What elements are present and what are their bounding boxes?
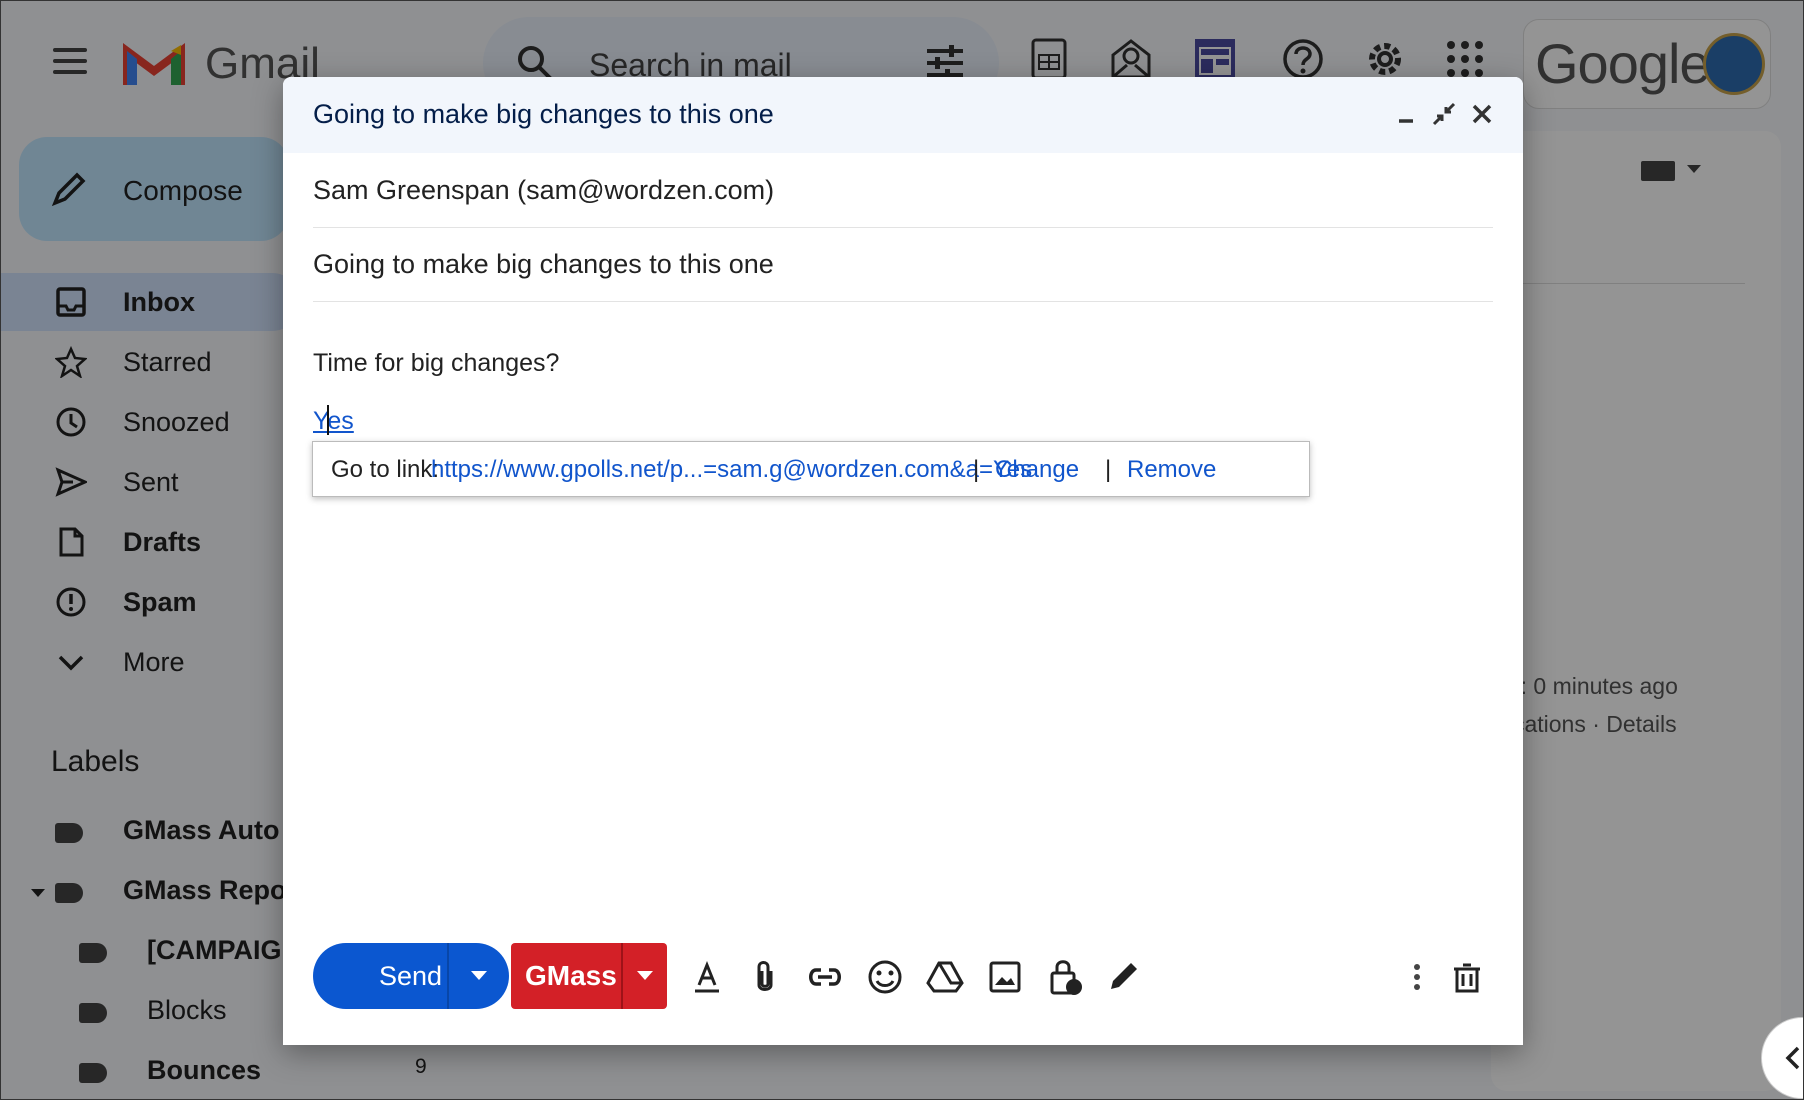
minimize-icon[interactable] — [1391, 99, 1421, 129]
more-options-icon[interactable] — [1397, 957, 1437, 997]
exit-fullscreen-icon[interactable] — [1429, 99, 1459, 129]
text-cursor — [327, 405, 329, 435]
subject-input[interactable]: Going to make big changes to this one — [313, 249, 774, 280]
send-label: Send — [379, 961, 443, 991]
link-popup: Go to link: https://www.gpolls.net/p...=… — [312, 441, 1310, 497]
recipients-field[interactable]: Sam Greenspan (sam@wordzen.com) — [313, 153, 1493, 228]
insert-link-icon[interactable] — [805, 957, 845, 997]
send-button[interactable]: Send — [313, 943, 509, 1009]
send-divider — [447, 943, 449, 1009]
schedule-send-dropdown-icon[interactable] — [471, 971, 487, 980]
link-popup-separator: | — [973, 456, 980, 483]
recipient-chip[interactable]: Sam Greenspan (sam@wordzen.com) — [313, 175, 774, 206]
insert-photo-icon[interactable] — [985, 957, 1025, 997]
remove-link-button[interactable]: Remove — [1127, 456, 1216, 484]
gmass-divider — [621, 943, 623, 1009]
gmass-settings-dropdown-icon[interactable] — [637, 971, 653, 980]
chevron-left-icon — [1778, 1042, 1803, 1074]
message-body-text[interactable]: Time for big changes? — [313, 349, 559, 378]
link-url[interactable]: https://www.gpolls.net/p...=sam.g@wordze… — [431, 456, 1032, 484]
attach-file-icon[interactable] — [745, 957, 785, 997]
link-popup-separator: | — [1105, 456, 1112, 483]
discard-draft-icon[interactable] — [1447, 957, 1487, 997]
google-drive-icon[interactable] — [925, 957, 965, 997]
gmass-label: GMass — [525, 960, 617, 991]
subject-field[interactable]: Going to make big changes to this one — [313, 227, 1493, 302]
gmail-window: Gmail Search in mail Google Compose Inbo… — [0, 0, 1804, 1100]
change-link-button[interactable]: Change — [995, 456, 1079, 484]
compose-title: Going to make big changes to this one — [313, 99, 774, 129]
formatting-icon[interactable] — [687, 957, 727, 997]
gmass-button[interactable]: GMass — [511, 943, 667, 1009]
compose-toolbar: Send GMass — [283, 943, 1523, 1023]
body-link[interactable]: Yes — [313, 407, 354, 436]
signature-pen-icon[interactable] — [1103, 957, 1143, 997]
compose-dialog: Going to make big changes to this one Sa… — [283, 77, 1523, 1045]
confidential-mode-icon[interactable] — [1045, 957, 1085, 997]
emoji-icon[interactable] — [865, 957, 905, 997]
link-popup-prefix: Go to link: — [331, 456, 440, 483]
close-icon[interactable] — [1467, 99, 1497, 129]
compose-header[interactable]: Going to make big changes to this one — [283, 77, 1523, 153]
